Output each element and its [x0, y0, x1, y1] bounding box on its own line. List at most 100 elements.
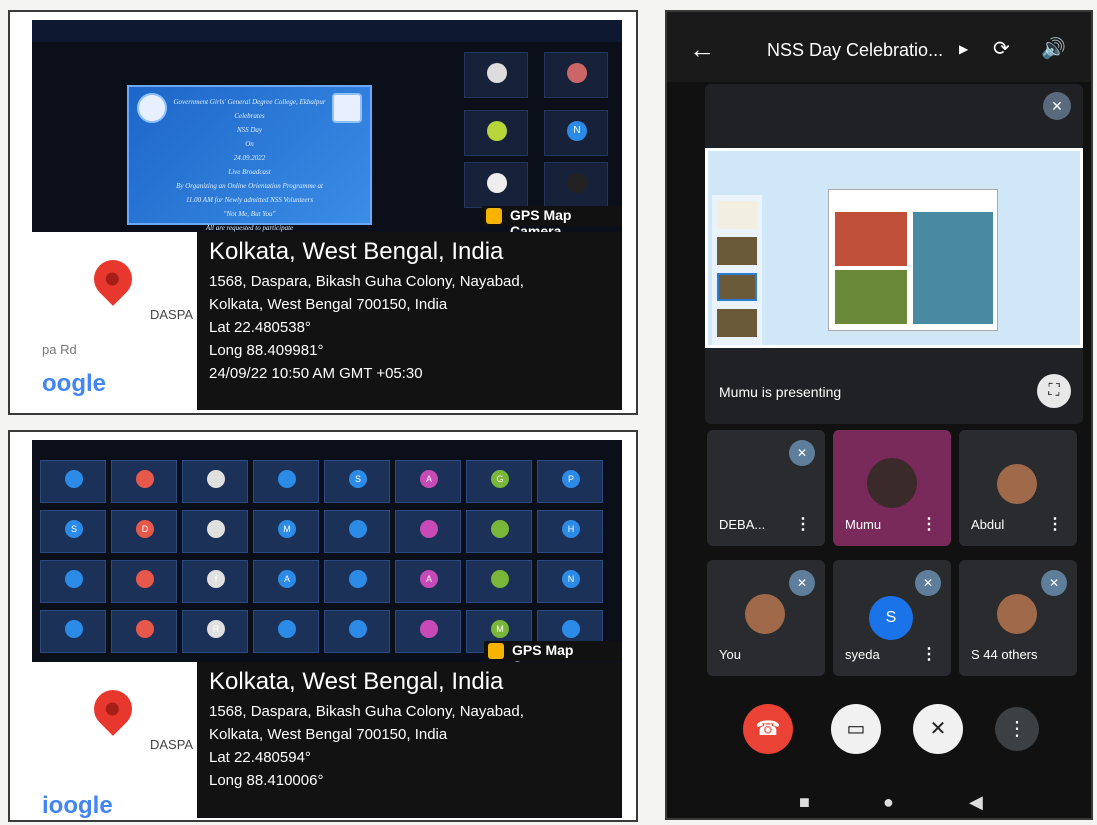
participant-tile — [253, 610, 319, 653]
mic-off-icon: ✕ — [1043, 92, 1071, 120]
slide-page — [828, 189, 998, 331]
presentation-view[interactable]: ✕ Mumu is presenting ⛶ — [705, 84, 1083, 424]
map-thumbnail: DASPA pa Rd oogle — [32, 232, 197, 410]
presenting-label: Mumu is presenting — [719, 384, 842, 400]
longitude: Long 88.410006° — [209, 772, 324, 789]
avatar — [278, 620, 296, 638]
mic-off-icon: ✕ — [789, 570, 815, 596]
avatar: M — [491, 620, 509, 638]
mic-off-icon[interactable]: ✕ — [913, 704, 963, 754]
participant-photo — [745, 594, 785, 634]
address-line: 1568, Daspara, Bikash Guha Colony, Nayab… — [209, 273, 524, 290]
participant-tile — [466, 560, 532, 603]
participant-tile[interactable]: ✕ S syeda ⋮ — [833, 560, 951, 676]
slide-photo — [835, 212, 907, 266]
avatar — [207, 470, 225, 488]
participant-tile — [464, 162, 528, 208]
avatar — [562, 620, 580, 638]
gps-map-camera-badge: GPS Map Camera — [484, 641, 622, 674]
participant-tile: H — [537, 510, 603, 553]
avatar — [487, 121, 507, 141]
meeting-screen: Government Girls' General Degree College… — [32, 20, 622, 410]
slide-thumbnail — [717, 237, 757, 265]
participant-tile[interactable]: ✕ DEBA... ⋮ — [707, 430, 825, 546]
slide-thumbnails — [712, 195, 762, 345]
more-options-icon[interactable]: ⋮ — [921, 514, 937, 534]
slide-photo — [913, 212, 993, 324]
more-options-icon[interactable]: ⋮ — [1047, 514, 1063, 534]
map-thumbnail: DASPA ioogle — [32, 662, 197, 818]
avatar — [491, 520, 509, 538]
participant-name: DEBA... — [719, 517, 766, 532]
map-pin-icon — [86, 252, 140, 306]
slide-thumbnail — [717, 273, 757, 301]
more-options-icon[interactable]: ⋮ — [995, 707, 1039, 751]
participant-tile: A — [395, 560, 461, 603]
home-icon[interactable]: ● — [883, 792, 894, 813]
latitude: Lat 22.480538° — [209, 319, 311, 336]
participant-name: You — [719, 647, 741, 662]
latitude: Lat 22.480594° — [209, 749, 311, 766]
slide-line: NSS Day — [236, 126, 263, 134]
meeting-title[interactable]: NSS Day Celebratio... — [767, 40, 967, 61]
participant-tile — [40, 610, 106, 653]
switch-camera-icon[interactable]: ⟳ — [993, 36, 1010, 61]
participant-tile — [111, 560, 177, 603]
recents-icon[interactable]: ■ — [799, 792, 810, 813]
participant-name: Abdul — [971, 517, 1005, 532]
avatar: N — [567, 121, 587, 141]
avatar — [278, 470, 296, 488]
end-call-icon[interactable]: ☎ — [743, 704, 793, 754]
avatar — [136, 470, 154, 488]
participant-tile: G — [466, 460, 532, 503]
participant-tile: D — [111, 510, 177, 553]
address-line: Kolkata, West Bengal 700150, India — [209, 726, 448, 743]
participant-tile — [111, 460, 177, 503]
participant-tile: A — [395, 460, 461, 503]
participant-tile: f — [182, 560, 248, 603]
participant-tile — [111, 610, 177, 653]
timestamp: 24/09/22 10:50 AM GMT +05:30 — [209, 365, 423, 382]
avatar: A — [420, 470, 438, 488]
fullscreen-icon[interactable]: ⛶ — [1037, 374, 1071, 408]
slide-line: "Not Me, But You" — [223, 210, 276, 218]
slide-line: By Organizing an Online Orientation Prog… — [176, 182, 323, 204]
participant-tile: M — [253, 510, 319, 553]
map-pin-icon — [86, 682, 140, 736]
participant-tile — [182, 460, 248, 503]
speaker-icon[interactable]: 🔊 — [1041, 36, 1066, 61]
back-arrow-icon[interactable]: ← — [689, 34, 715, 65]
phone-meet-screen: ← NSS Day Celebratio... ▶ ⟳ 🔊 ✕ Mumu is … — [665, 10, 1093, 820]
others-tile[interactable]: ✕ S 44 others — [959, 560, 1077, 676]
location-overlay: Kolkata, West Bengal, India 1568, Daspar… — [197, 662, 622, 818]
back-icon[interactable]: ◀ — [969, 792, 983, 813]
participant-tile — [466, 510, 532, 553]
avatar — [349, 570, 367, 588]
participant-name: Mumu — [845, 517, 882, 532]
avatar — [136, 570, 154, 588]
participant-tile — [182, 510, 248, 553]
avatar — [65, 570, 83, 588]
map-brand-label: oogle — [42, 370, 106, 397]
participant-tile[interactable]: ✕ You — [707, 560, 825, 676]
mic-off-icon: ✕ — [915, 570, 941, 596]
avatar — [420, 620, 438, 638]
avatar: f — [207, 570, 225, 588]
map-label: DASPA — [150, 737, 194, 752]
slide-line: 24.09.2022 — [233, 154, 266, 162]
participant-tile[interactable]: Abdul ⋮ — [959, 430, 1077, 546]
camera-off-icon[interactable]: ▭ — [831, 704, 881, 754]
chevron-right-icon[interactable]: ▶ — [959, 42, 968, 56]
avatar: H — [562, 520, 580, 538]
more-options-icon[interactable]: ⋮ — [795, 514, 811, 534]
participant-tile[interactable]: Mumu ⋮ — [833, 430, 951, 546]
avatar — [491, 570, 509, 588]
participant-tile: N — [537, 560, 603, 603]
avatar — [567, 173, 587, 193]
slide-photo — [835, 270, 907, 324]
participant-photo — [997, 464, 1037, 504]
participant-tile — [464, 110, 528, 156]
screenshot-panel-meeting-slide: Government Girls' General Degree College… — [8, 10, 638, 415]
participant-tile — [544, 162, 608, 208]
more-options-icon[interactable]: ⋮ — [921, 644, 937, 664]
